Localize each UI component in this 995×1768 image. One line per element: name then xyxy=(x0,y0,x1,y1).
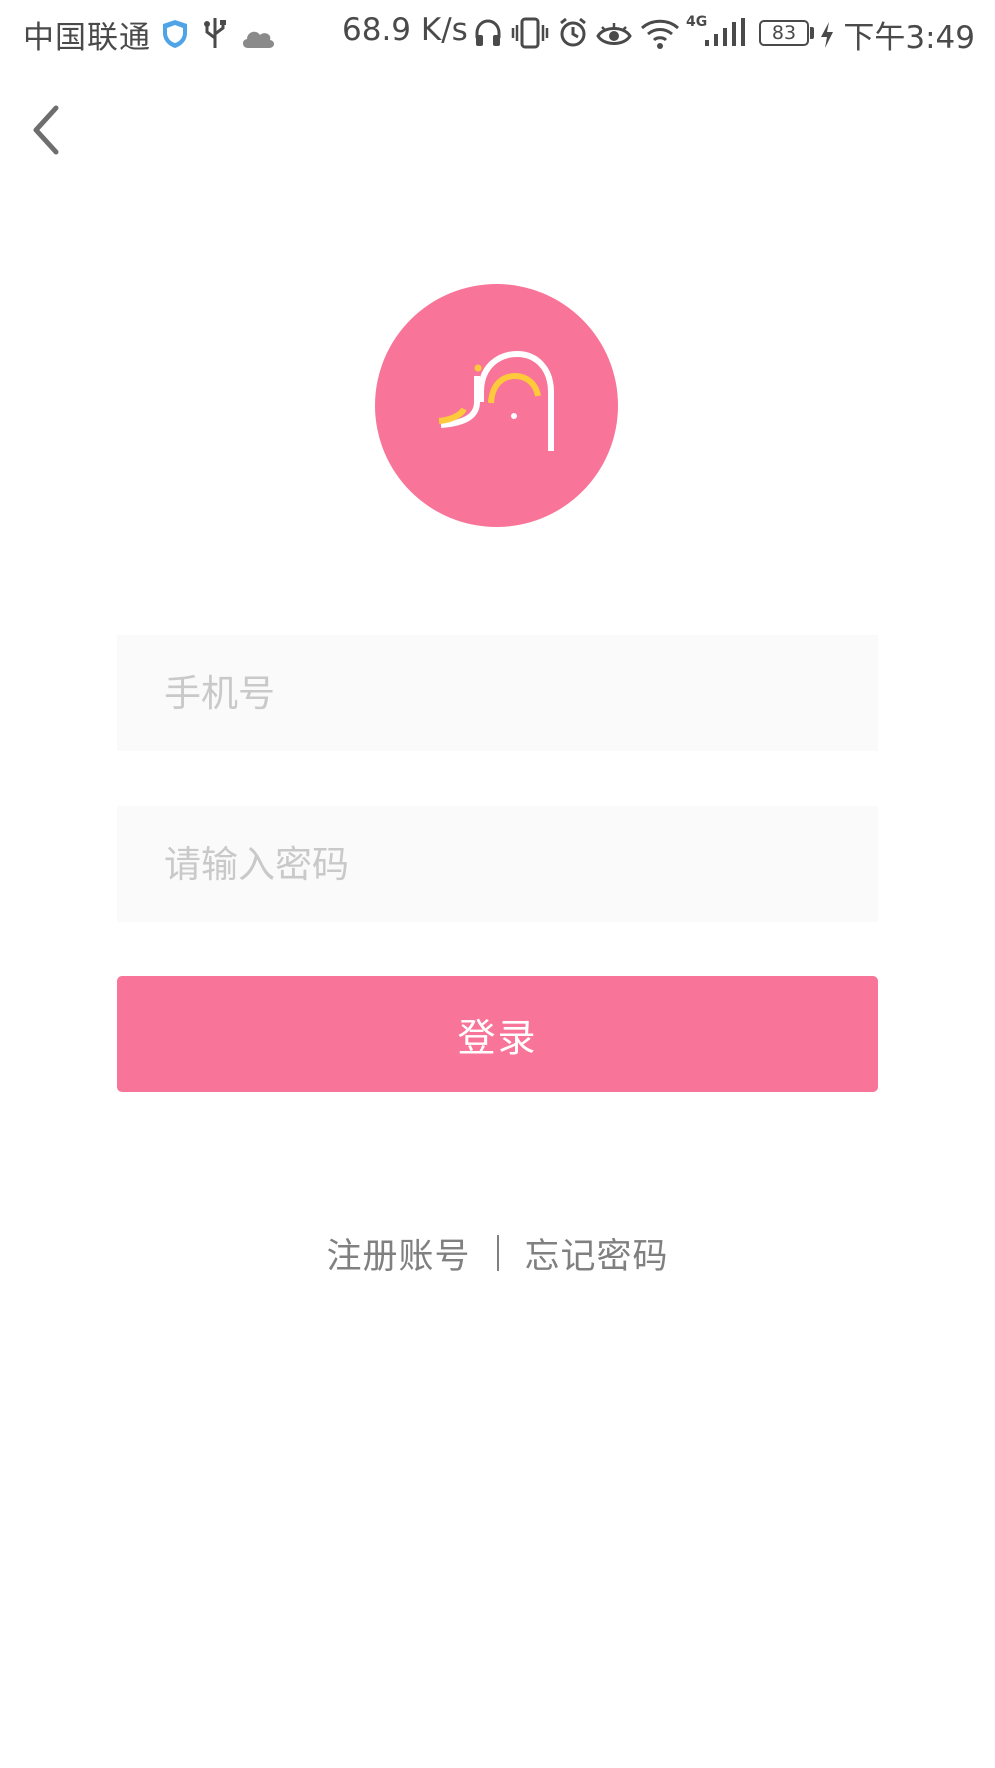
clock-label: 下午3:49 xyxy=(843,20,975,56)
link-divider xyxy=(496,1235,499,1271)
forgot-password-link[interactable]: 忘记密码 xyxy=(525,1228,669,1279)
phone-input[interactable] xyxy=(117,635,878,751)
carrier-label: 中国联通 xyxy=(23,20,151,56)
alarm-icon xyxy=(557,17,589,57)
chevron-left-icon xyxy=(22,105,72,164)
app-logo xyxy=(375,284,618,527)
battery-tip xyxy=(810,27,814,39)
account-links: 注册账号 忘记密码 xyxy=(0,1228,995,1278)
net-speed-label: 68.9 K/s xyxy=(342,12,468,48)
battery-indicator: 83 xyxy=(759,20,809,46)
register-link[interactable]: 注册账号 xyxy=(326,1228,470,1279)
status-bar: 中国联通 68.9 K/s 4G 83 下午3:49 xyxy=(0,0,995,70)
eye-icon xyxy=(596,20,632,56)
login-button[interactable]: 登录 xyxy=(117,976,878,1092)
vibrate-icon xyxy=(510,17,550,57)
battery-level: 83 xyxy=(771,22,797,44)
shield-icon xyxy=(160,18,190,58)
headphones-icon xyxy=(473,18,503,56)
signal-icon xyxy=(703,18,747,56)
password-field[interactable] xyxy=(117,806,878,922)
back-button[interactable] xyxy=(22,100,72,160)
wifi-icon xyxy=(640,18,680,58)
phone-field[interactable] xyxy=(117,635,878,751)
cloud-icon xyxy=(240,22,276,58)
password-input[interactable] xyxy=(117,806,878,922)
charging-icon xyxy=(820,20,834,56)
usb-icon xyxy=(202,16,228,58)
